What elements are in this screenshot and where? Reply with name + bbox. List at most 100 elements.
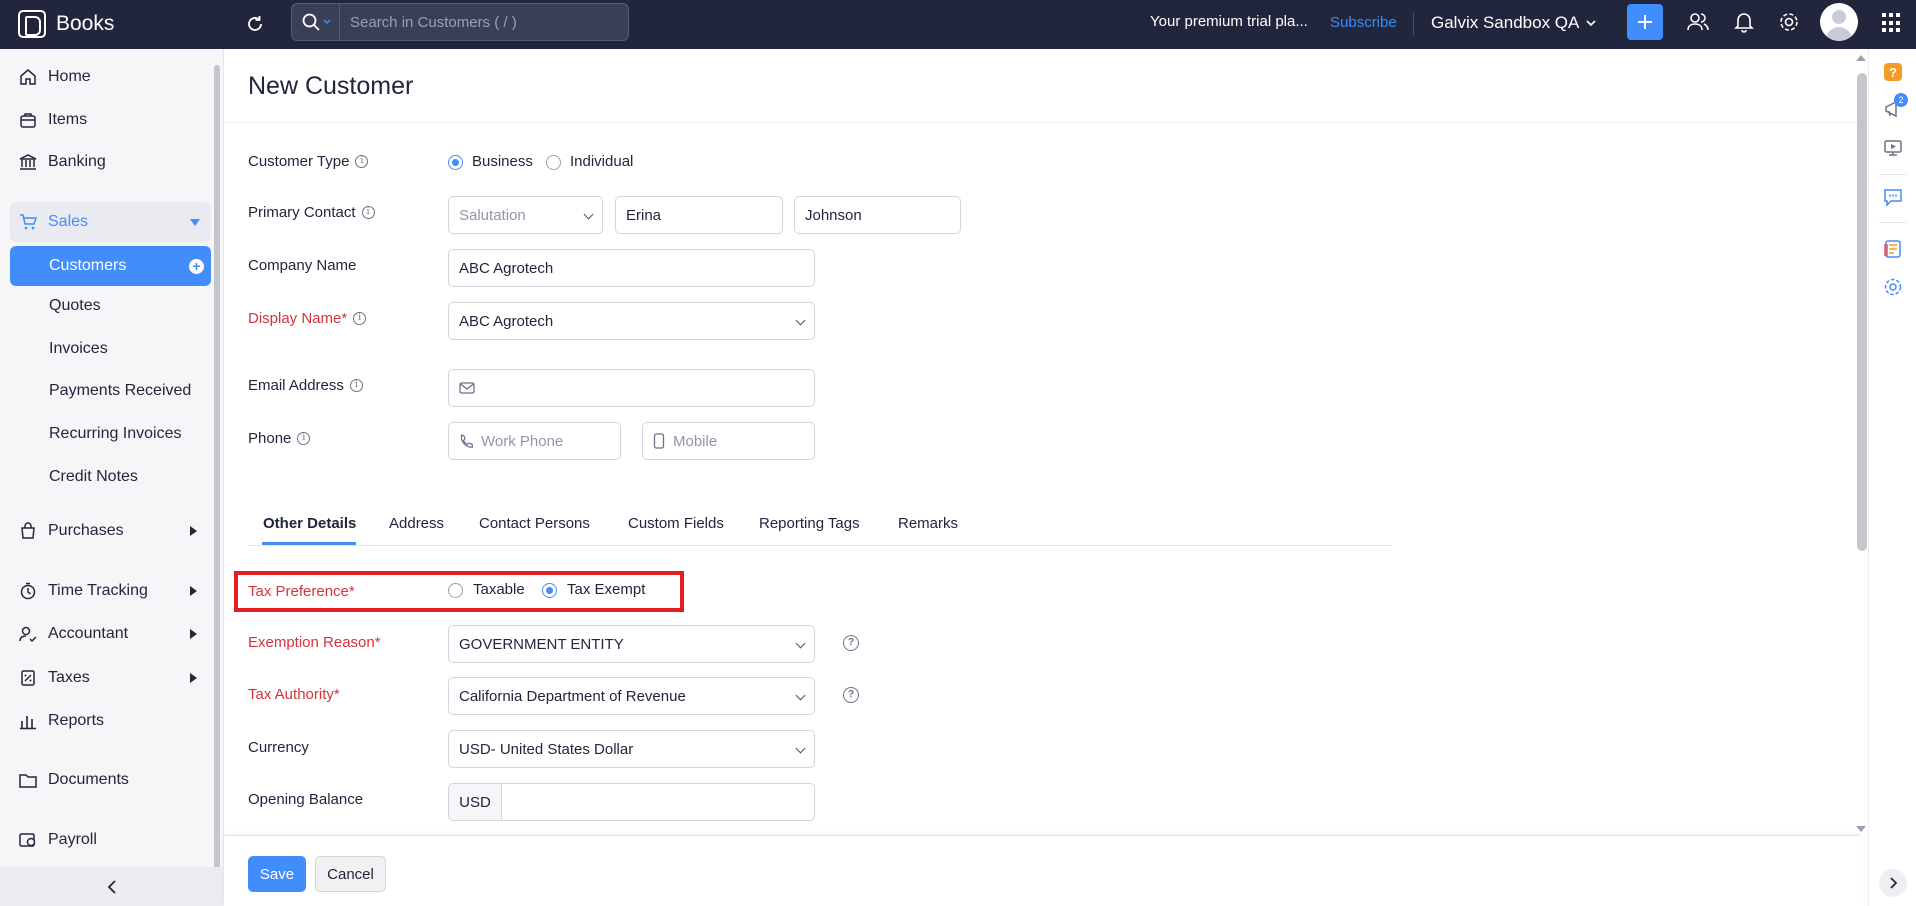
chevron-left-icon xyxy=(107,879,116,894)
caret-right-icon[interactable] xyxy=(190,526,197,536)
apps-grid-icon[interactable] xyxy=(1882,13,1902,33)
cancel-button[interactable]: Cancel xyxy=(315,856,386,892)
tab-reporting-tags[interactable]: Reporting Tags xyxy=(759,515,860,532)
video-tutorial-icon[interactable] xyxy=(1883,138,1903,158)
info-icon[interactable]: i xyxy=(349,379,363,392)
chevron-down-icon xyxy=(795,690,806,701)
sidebar-item-label: Taxes xyxy=(48,669,90,686)
caret-right-icon[interactable] xyxy=(190,586,197,596)
label-text: Customer Type xyxy=(248,153,350,170)
info-icon[interactable]: i xyxy=(361,206,375,219)
sidebar-item-quotes[interactable]: Quotes xyxy=(49,291,101,321)
notes-icon[interactable] xyxy=(1883,239,1903,259)
radio-label-tax-exempt: Tax Exempt xyxy=(567,581,646,598)
info-icon[interactable]: i xyxy=(297,432,311,445)
chevron-down-icon xyxy=(1586,20,1596,27)
plus-icon xyxy=(1638,15,1652,29)
tab-custom-fields[interactable]: Custom Fields xyxy=(628,515,724,532)
caret-down-icon[interactable] xyxy=(190,219,200,226)
sidebar-item-taxes[interactable]: Taxes xyxy=(18,658,90,698)
label-text: Tax Preference* xyxy=(248,583,355,600)
tax-preference-taxable-radio[interactable] xyxy=(448,583,463,598)
org-switcher[interactable]: Galvix Sandbox QA xyxy=(1431,13,1597,33)
cart-icon xyxy=(18,212,38,232)
sidebar-item-home[interactable]: Home xyxy=(18,57,91,97)
sidebar-item-banking[interactable]: Banking xyxy=(18,142,106,182)
sidebar-item-label: Items xyxy=(48,111,88,128)
bell-icon[interactable] xyxy=(1732,10,1756,34)
info-icon[interactable]: i xyxy=(355,155,369,168)
customer-type-individual-radio[interactable] xyxy=(546,155,561,170)
avatar[interactable] xyxy=(1820,3,1858,41)
tab-other-details[interactable]: Other Details xyxy=(263,515,356,532)
caret-right-icon[interactable] xyxy=(190,629,197,639)
quick-create-button[interactable] xyxy=(1627,4,1663,40)
gear-icon[interactable] xyxy=(1883,277,1903,297)
notification-badge: 2 xyxy=(1894,93,1908,107)
info-icon[interactable]: i xyxy=(353,312,367,325)
subscribe-link[interactable]: Subscribe xyxy=(1330,14,1397,31)
sidebar-item-customers[interactable]: Customers + xyxy=(10,246,211,286)
main-content: New Customer Customer Type i Business In… xyxy=(224,49,1860,835)
collapse-sidebar-button[interactable] xyxy=(0,867,224,906)
chat-icon[interactable] xyxy=(1883,187,1903,207)
scroll-up-icon[interactable] xyxy=(1855,53,1867,63)
sidebar-item-reports[interactable]: Reports xyxy=(18,701,104,741)
sidebar-item-label: Home xyxy=(48,68,91,85)
first-name-input[interactable]: Erina xyxy=(615,196,783,234)
sidebar-item-recurring-invoices[interactable]: Recurring Invoices xyxy=(49,419,182,449)
recent-activity-icon[interactable] xyxy=(243,12,267,36)
help-icon[interactable]: ? xyxy=(843,687,859,703)
sidebar-item-items[interactable]: Items xyxy=(18,100,87,140)
search-icon[interactable] xyxy=(292,4,340,40)
main-scrollbar[interactable] xyxy=(1857,73,1867,551)
divider xyxy=(1879,222,1907,223)
opening-balance-label: Opening Balance xyxy=(248,791,363,808)
phone-label: Phone i xyxy=(248,430,311,447)
company-name-input[interactable]: ABC Agrotech xyxy=(448,249,815,287)
chevron-down-icon xyxy=(583,209,594,220)
customer-type-business-radio[interactable] xyxy=(448,155,463,170)
tax-preference-exempt-radio[interactable] xyxy=(542,583,557,598)
help-icon[interactable]: ? xyxy=(843,635,859,651)
last-name-input[interactable]: Johnson xyxy=(794,196,961,234)
tax-authority-select[interactable]: California Department of Revenue xyxy=(448,677,815,715)
search-input[interactable] xyxy=(340,13,628,31)
sidebar-item-documents[interactable]: Documents xyxy=(18,760,129,800)
gear-icon[interactable] xyxy=(1777,10,1801,34)
sidebar-item-sales[interactable]: Sales xyxy=(18,202,88,242)
work-phone-input[interactable]: Work Phone xyxy=(448,422,621,460)
scroll-down-icon[interactable] xyxy=(1855,824,1867,834)
sidebar-item-payroll[interactable]: Payroll xyxy=(18,820,97,860)
users-icon[interactable] xyxy=(1686,10,1710,34)
sidebar-item-payments-received[interactable]: Payments Received xyxy=(49,376,191,406)
tab-contact-persons[interactable]: Contact Persons xyxy=(479,515,590,532)
mobile-input[interactable]: Mobile xyxy=(642,422,815,460)
sidebar-item-accountant[interactable]: Accountant xyxy=(18,614,128,654)
save-button[interactable]: Save xyxy=(248,856,306,892)
expand-rail-button[interactable] xyxy=(1879,869,1907,897)
label-text: Currency xyxy=(248,739,309,756)
opening-balance-input[interactable] xyxy=(503,784,813,820)
label-text: Phone xyxy=(248,430,292,447)
exemption-reason-select[interactable]: GOVERNMENT ENTITY xyxy=(448,625,815,663)
sidebar-item-purchases[interactable]: Purchases xyxy=(18,511,124,551)
announcements-icon[interactable]: 2 xyxy=(1883,93,1908,119)
tab-address[interactable]: Address xyxy=(389,515,444,532)
work-phone-placeholder: Work Phone xyxy=(481,432,564,450)
sidebar-scrollbar[interactable] xyxy=(214,65,220,875)
tab-remarks[interactable]: Remarks xyxy=(898,515,958,532)
salutation-select[interactable]: Salutation xyxy=(448,196,603,234)
add-customer-icon[interactable]: + xyxy=(189,259,204,274)
caret-right-icon[interactable] xyxy=(190,673,197,683)
currency-select[interactable]: USD- United States Dollar xyxy=(448,730,815,768)
sidebar-item-time-tracking[interactable]: Time Tracking xyxy=(18,571,148,611)
brand[interactable]: Books xyxy=(18,8,114,40)
divider xyxy=(248,545,1392,546)
sidebar-item-credit-notes[interactable]: Credit Notes xyxy=(49,462,138,492)
display-name-select[interactable]: ABC Agrotech xyxy=(448,302,815,340)
sidebar-item-invoices[interactable]: Invoices xyxy=(49,334,108,364)
sidebar-item-label: Documents xyxy=(48,771,129,788)
help-icon[interactable]: ? xyxy=(1883,62,1903,82)
email-field[interactable] xyxy=(448,369,815,407)
